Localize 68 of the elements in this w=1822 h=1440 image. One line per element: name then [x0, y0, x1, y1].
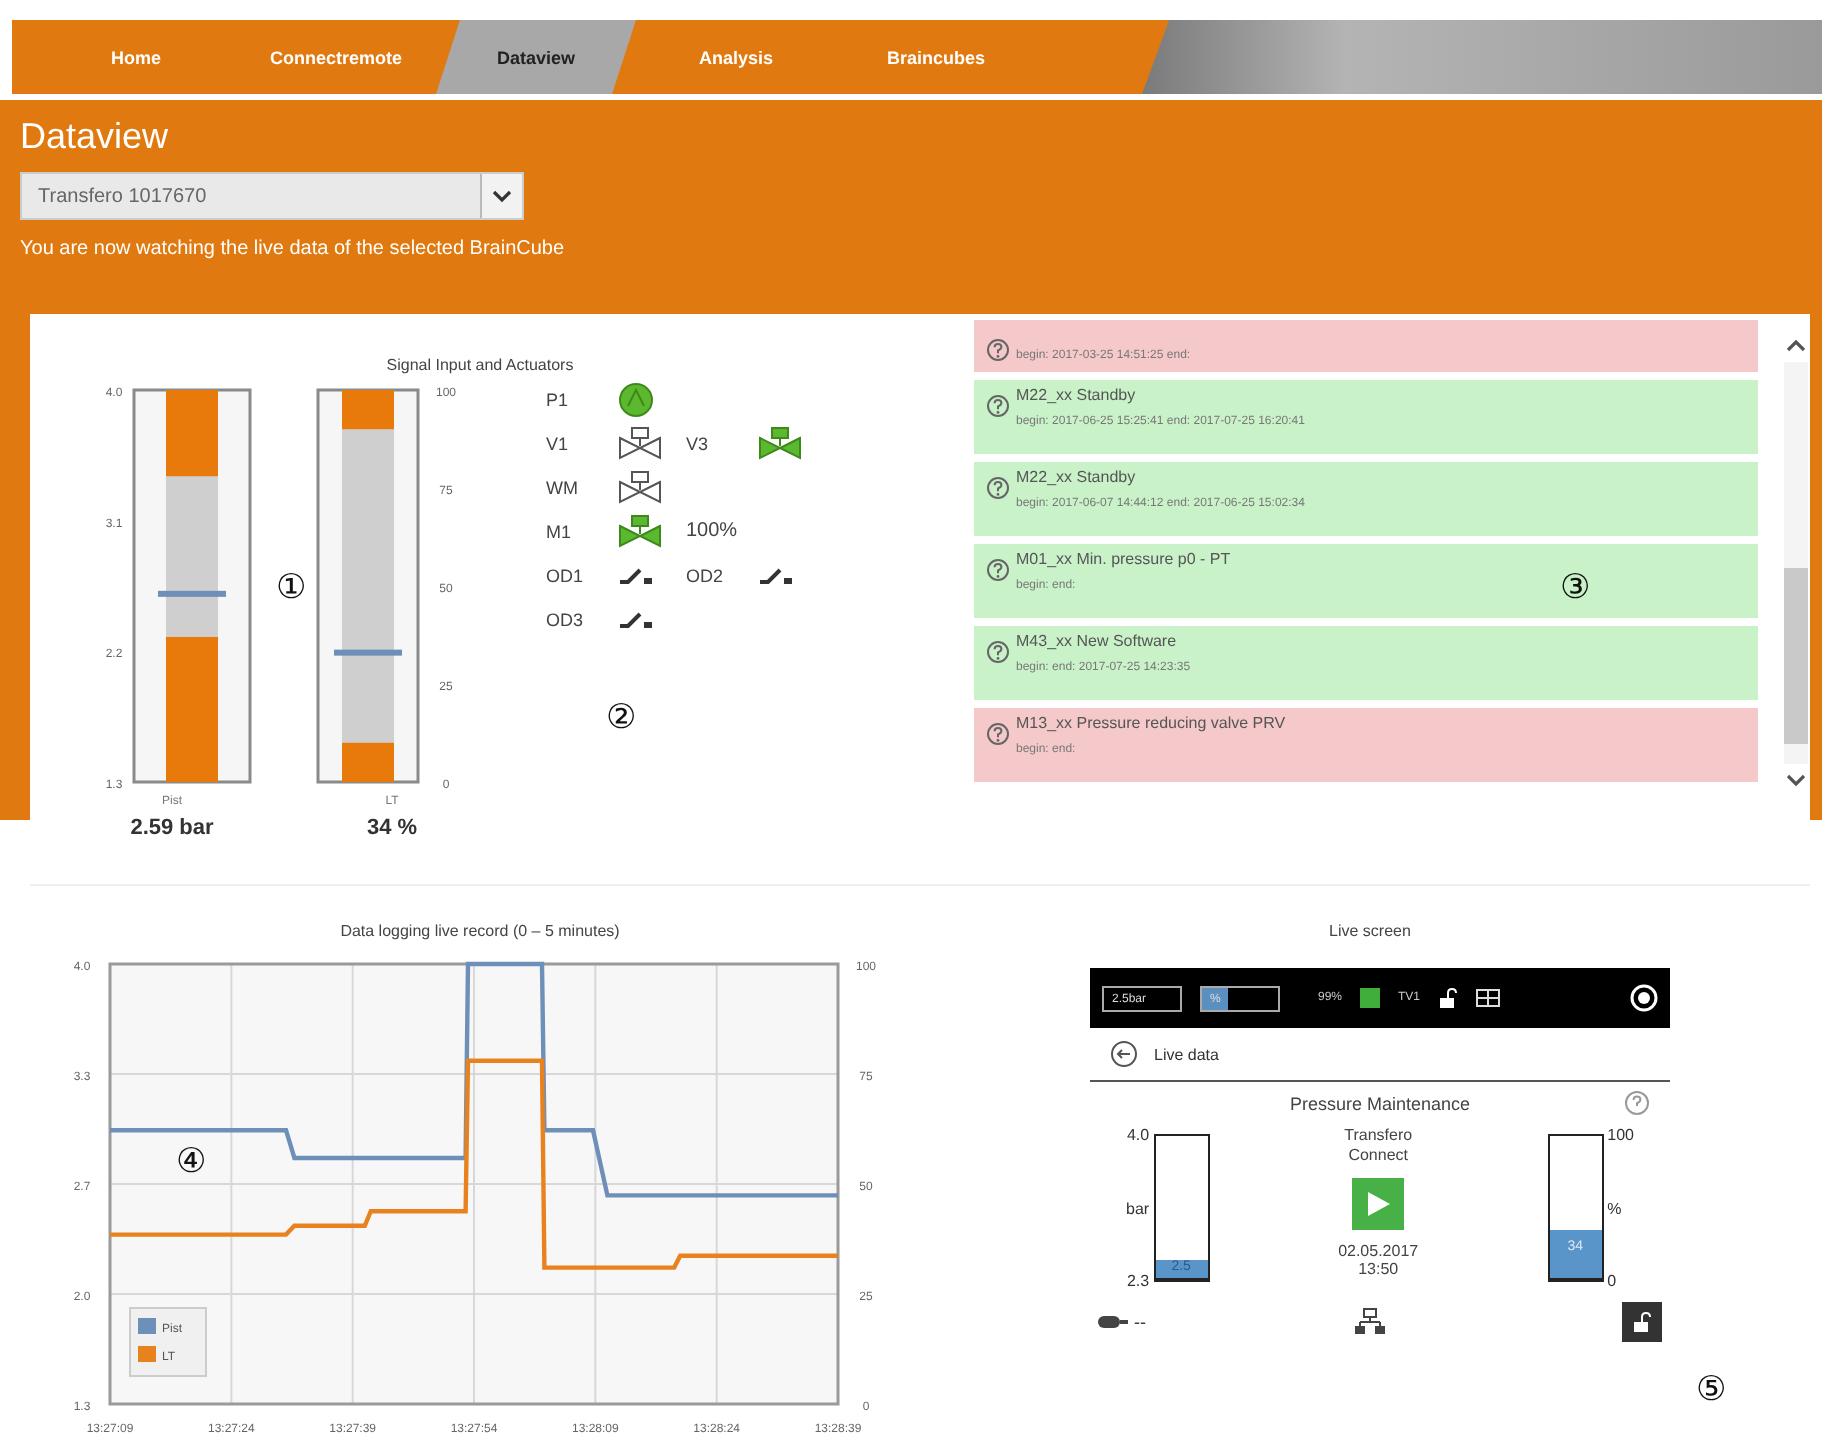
nav-tab[interactable]: Analysis	[636, 20, 836, 94]
actuator-reading: 100%	[686, 520, 738, 542]
status-square-icon	[1360, 988, 1381, 1008]
message-title: M22_xx Standby	[1016, 386, 1138, 404]
back-icon	[1110, 1040, 1138, 1068]
message-title: M01_xx Min. pressure p0 - PT	[1016, 550, 1231, 568]
callout-number: ③	[1560, 570, 1590, 606]
nav-tab[interactable]: Home	[36, 20, 236, 94]
gauge-reading: 34 %	[366, 816, 418, 840]
scroll-up-icon	[1786, 338, 1806, 354]
message-title: M13_xx Pressure reducing valve PRV	[1016, 714, 1286, 732]
callout-number: ①	[276, 570, 306, 606]
message-title: M22_xx Standby	[1016, 468, 1138, 486]
lock-icon	[1438, 988, 1459, 1008]
nav-tab[interactable]: Dataview	[436, 20, 636, 94]
callout-number: ④	[176, 1144, 206, 1180]
nav-tab[interactable]: Connectremote	[236, 20, 436, 94]
scroll-thumb[interactable]	[1784, 568, 1808, 744]
section-title: Live screen	[1327, 920, 1413, 940]
network-icon	[1354, 1308, 1386, 1336]
play-button[interactable]	[1352, 1178, 1405, 1230]
actuator-label: P1	[546, 389, 571, 409]
actuator-label: V3	[686, 433, 711, 453]
device-select[interactable]: Transfero 1017670	[20, 172, 524, 220]
section-title: Signal Input and Actuators	[384, 354, 576, 374]
device-name: Transfero Connect	[1342, 1126, 1415, 1166]
date-text: 02.05.2017	[1338, 1242, 1419, 1260]
scale-label: 2.3	[1126, 1272, 1150, 1290]
help-icon	[986, 338, 1010, 362]
actuator-label: OD3	[546, 609, 586, 629]
actuator-label: OD2	[686, 565, 726, 585]
actuator-label: V1	[546, 433, 571, 453]
plug-icon	[1098, 1314, 1130, 1330]
actuator-label: M1	[546, 521, 574, 541]
callout-number: ②	[606, 700, 636, 736]
lock-button[interactable]	[1622, 1302, 1662, 1342]
scroll-down-icon	[1786, 772, 1806, 788]
callout-number: ⑤	[1696, 1372, 1726, 1408]
power-icon	[1630, 984, 1658, 1012]
nav-tab[interactable]: Braincubes	[836, 20, 1036, 94]
legend	[129, 1307, 207, 1377]
chart-title: Data logging live record (0 – 5 minutes)	[338, 920, 622, 940]
scale-label: 4.0	[1126, 1126, 1150, 1144]
page-title: Dataview	[20, 116, 171, 156]
unit-label: %	[1607, 1199, 1624, 1217]
play-icon	[1364, 1190, 1393, 1218]
status-text: --	[1134, 1312, 1146, 1332]
scale-label: 100	[1607, 1126, 1634, 1144]
device-heading: Pressure Maintenance	[1289, 1094, 1471, 1114]
scrollbar[interactable]	[1782, 338, 1810, 788]
lock-icon	[1632, 1312, 1652, 1332]
gauge-reading: 2.59 bar	[130, 816, 214, 840]
actuator-label: OD1	[546, 565, 586, 585]
help-icon	[986, 558, 1010, 582]
message-title: M43_xx New Software	[1016, 632, 1179, 650]
help-icon	[986, 722, 1010, 746]
actuator-label: WM	[546, 477, 580, 497]
info-text: You are now watching the live data of the selected BrainCube	[20, 238, 567, 260]
unit-label: bar	[1126, 1199, 1150, 1217]
caret-icon	[492, 188, 512, 204]
time-text: 13:50	[1358, 1260, 1399, 1278]
grid-icon	[1476, 988, 1501, 1008]
help-icon	[986, 394, 1010, 418]
scale-label: 0	[1607, 1272, 1619, 1290]
help-icon	[986, 640, 1010, 664]
back-link[interactable]: Live data	[1154, 1045, 1219, 1063]
help-icon	[986, 476, 1010, 500]
help-icon	[1624, 1090, 1650, 1116]
